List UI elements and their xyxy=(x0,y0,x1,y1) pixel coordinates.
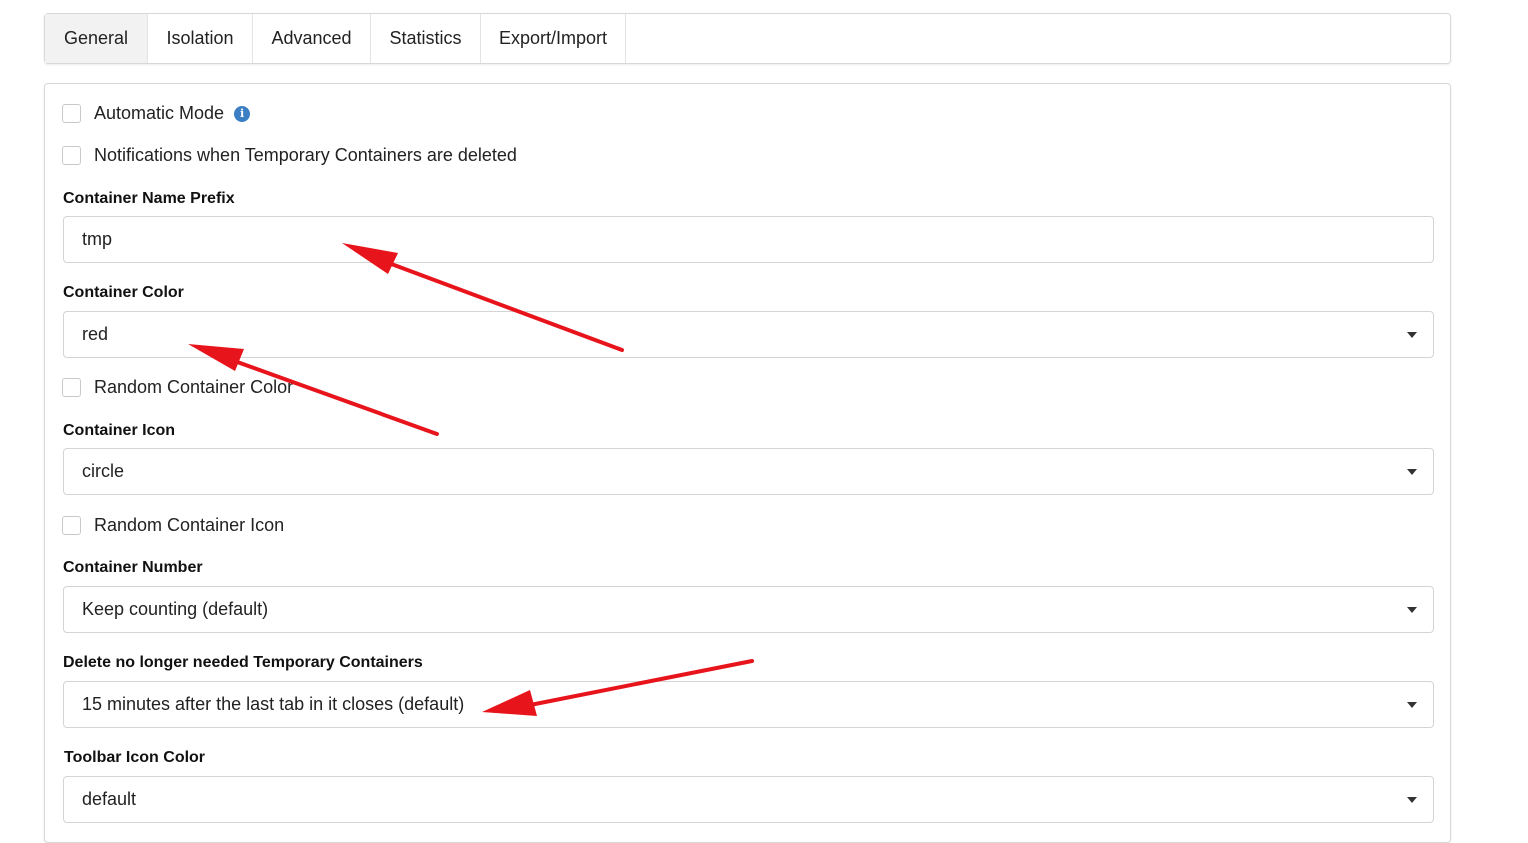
delete-containers-value: 15 minutes after the last tab in it clos… xyxy=(82,694,465,714)
notifications-row: Notifications when Temporary Containers … xyxy=(62,145,517,166)
tab-advanced[interactable]: Advanced xyxy=(253,14,371,63)
notifications-label: Notifications when Temporary Containers … xyxy=(94,145,517,165)
random-color-label: Random Container Color xyxy=(94,377,294,397)
delete-containers-select[interactable]: 15 minutes after the last tab in it clos… xyxy=(63,681,1434,728)
toolbar-icon-color-select[interactable]: default xyxy=(63,776,1434,823)
container-color-value: red xyxy=(82,324,109,344)
automatic-mode-label: Automatic Mode xyxy=(94,103,225,123)
delete-containers-label: Delete no longer needed Temporary Contai… xyxy=(63,654,423,671)
container-color-label: Container Color xyxy=(63,284,184,301)
tab-general[interactable]: General xyxy=(45,14,148,63)
container-name-prefix-value: tmp xyxy=(82,229,113,249)
container-number-label: Container Number xyxy=(63,559,203,576)
notifications-checkbox[interactable] xyxy=(62,146,81,165)
tab-isolation[interactable]: Isolation xyxy=(148,14,253,63)
chevron-down-icon xyxy=(1407,469,1417,475)
random-color-row: Random Container Color xyxy=(62,377,293,398)
chevron-down-icon xyxy=(1407,702,1417,708)
container-icon-label: Container Icon xyxy=(63,422,176,439)
chevron-down-icon xyxy=(1407,332,1417,338)
tab-statistics[interactable]: Statistics xyxy=(371,14,481,63)
chevron-down-icon xyxy=(1407,607,1417,613)
container-icon-select[interactable]: circle xyxy=(63,448,1434,495)
random-icon-checkbox[interactable] xyxy=(62,516,81,535)
random-icon-row: Random Container Icon xyxy=(62,515,284,536)
tab-export-import[interactable]: Export/Import xyxy=(481,14,626,63)
toolbar-icon-color-value: default xyxy=(82,789,137,809)
toolbar-icon-color-label: Toolbar Icon Color xyxy=(64,749,206,766)
container-number-value: Keep counting (default) xyxy=(82,599,269,619)
random-color-checkbox[interactable] xyxy=(62,378,81,397)
container-name-prefix-label: Container Name Prefix xyxy=(63,190,235,207)
automatic-mode-checkbox[interactable] xyxy=(62,104,81,123)
container-icon-value: circle xyxy=(82,461,125,481)
random-icon-label: Random Container Icon xyxy=(94,515,285,535)
container-number-select[interactable]: Keep counting (default) xyxy=(63,586,1434,633)
automatic-mode-row: Automatic Mode i xyxy=(62,103,251,124)
info-icon[interactable]: i xyxy=(234,105,251,122)
container-color-select[interactable]: red xyxy=(63,311,1434,358)
chevron-down-icon xyxy=(1407,797,1417,803)
tab-bar: General Isolation Advanced Statistics Ex… xyxy=(44,13,1451,64)
container-name-prefix-input[interactable]: tmp xyxy=(63,216,1434,263)
